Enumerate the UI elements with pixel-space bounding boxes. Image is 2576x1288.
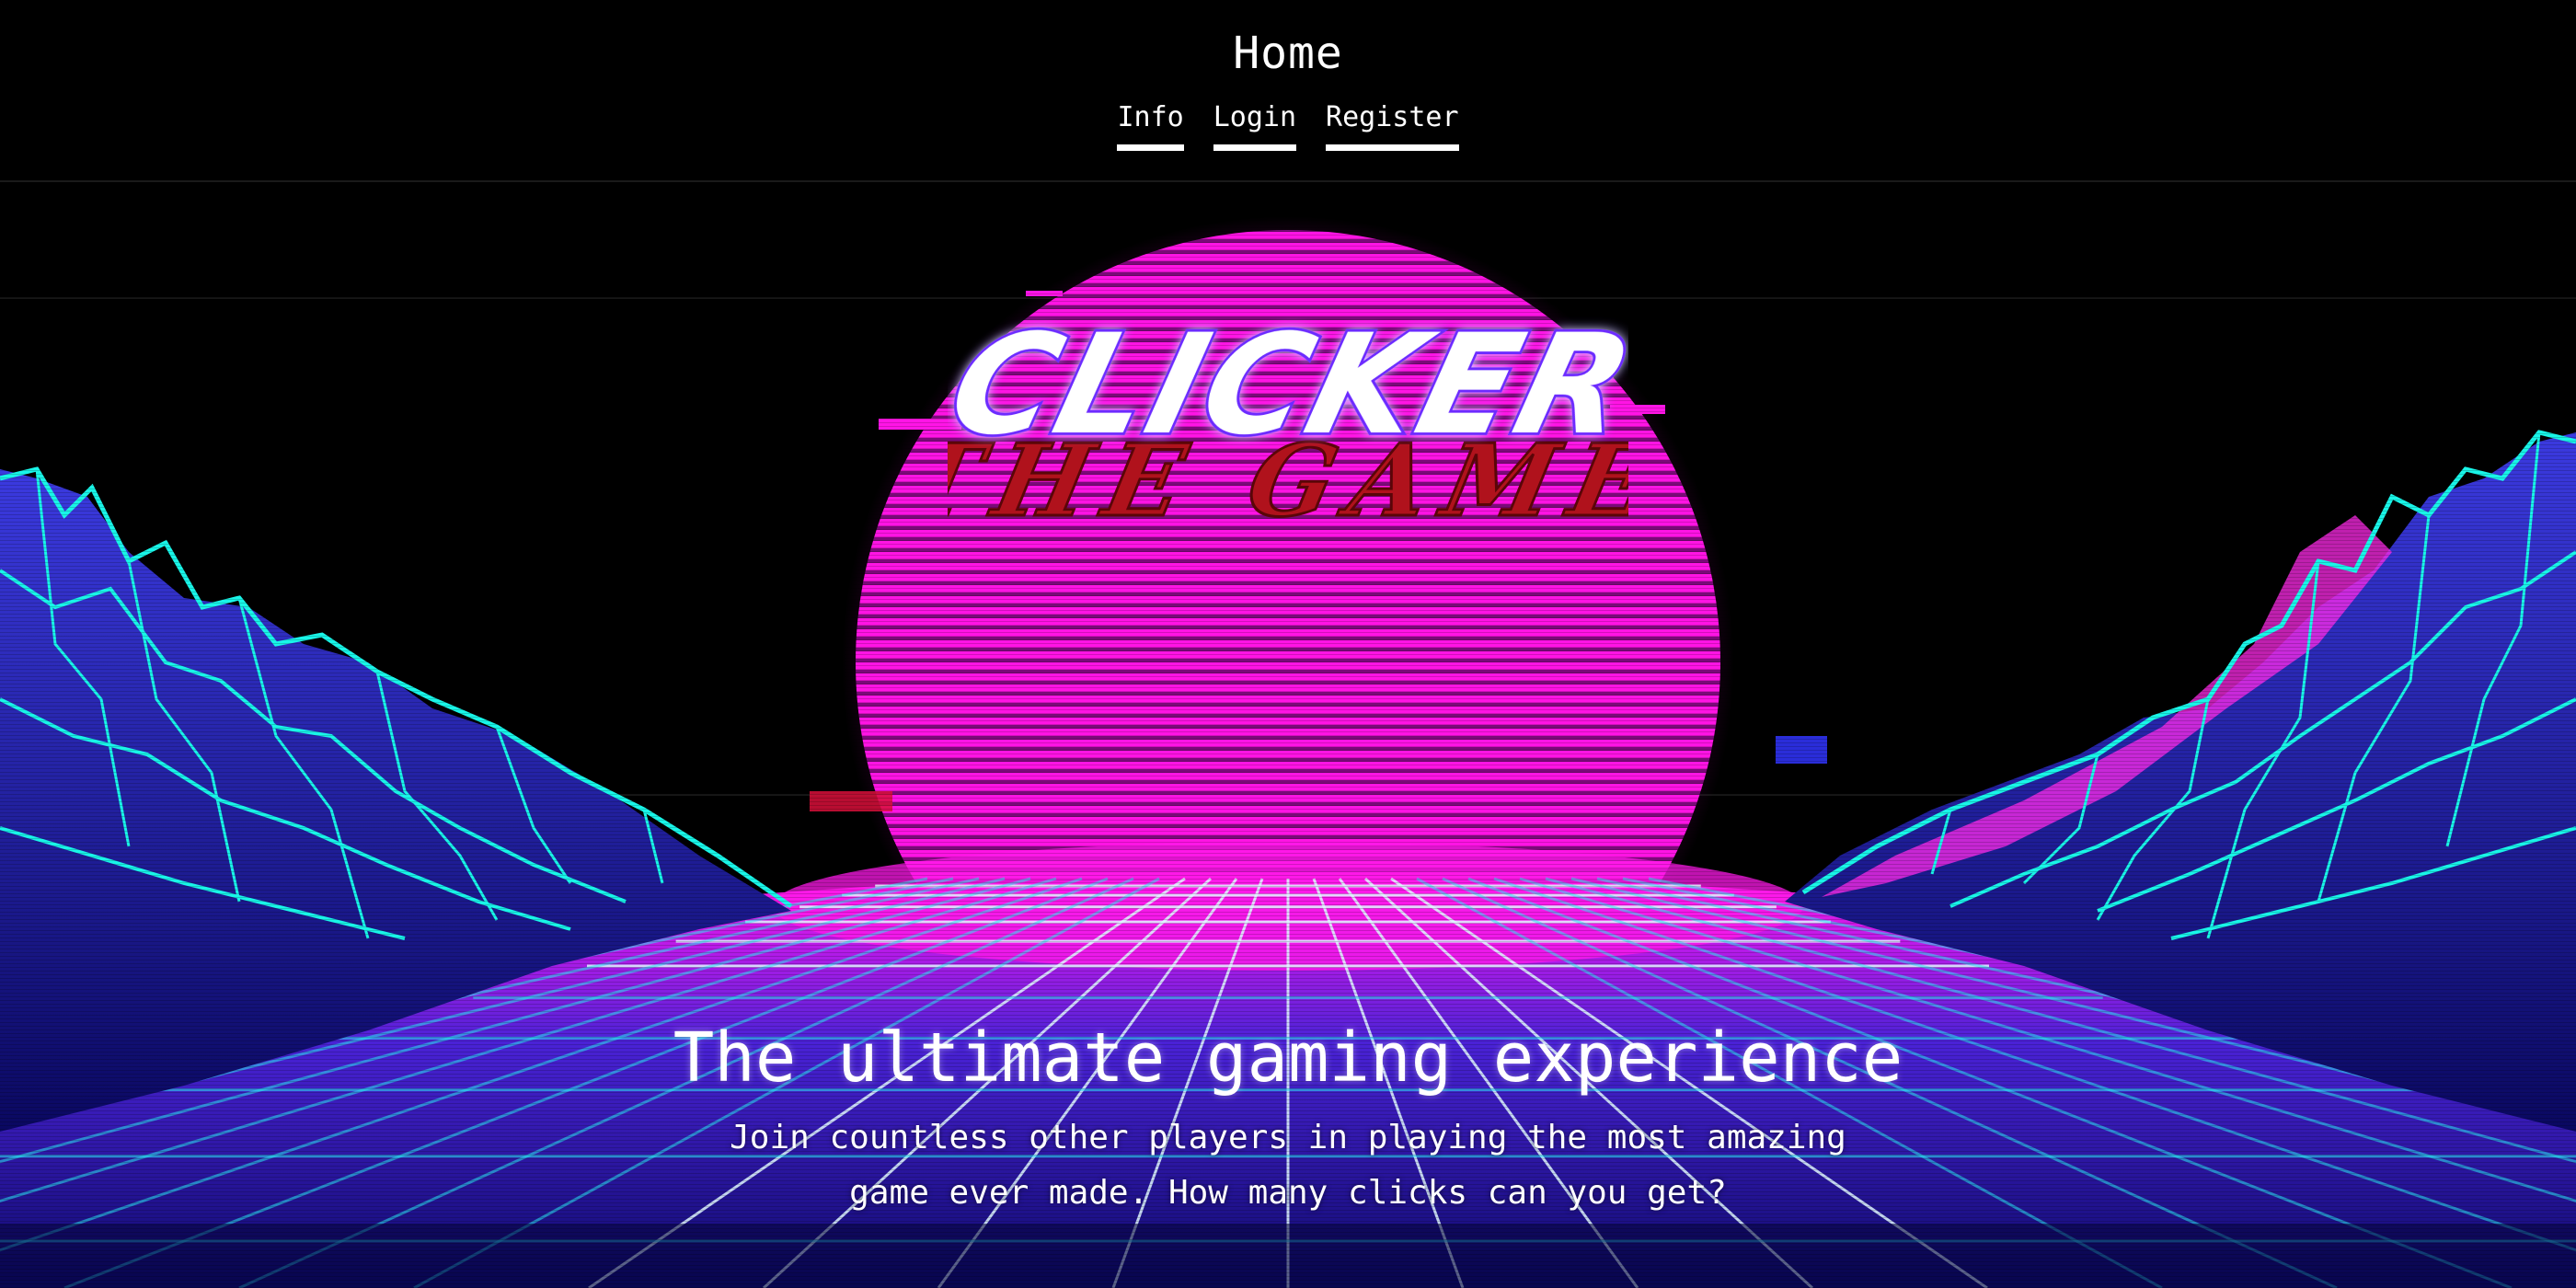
hero-subtitle: Join countless other players in playing … xyxy=(730,1119,1846,1212)
top-navigation: Home Info Login Register xyxy=(0,0,2576,184)
page-title: Home xyxy=(1233,28,1343,79)
hero-section: The ultimate gaming experience Join coun… xyxy=(0,1017,2576,1221)
nav-link-info[interactable]: Info xyxy=(1117,101,1184,151)
clicker-the-game-logo: THE GAME CLICKER xyxy=(948,302,1628,540)
nav-links: Info Login Register xyxy=(0,101,2576,151)
hero-title: The ultimate gaming experience xyxy=(673,1018,1903,1098)
nav-link-register[interactable]: Register xyxy=(1326,101,1459,151)
hero-page: Home Info Login Register THE GAME CLICKE… xyxy=(0,0,2576,1288)
logo-title-text: CLICKER xyxy=(948,305,1628,465)
nav-link-login[interactable]: Login xyxy=(1213,101,1297,151)
